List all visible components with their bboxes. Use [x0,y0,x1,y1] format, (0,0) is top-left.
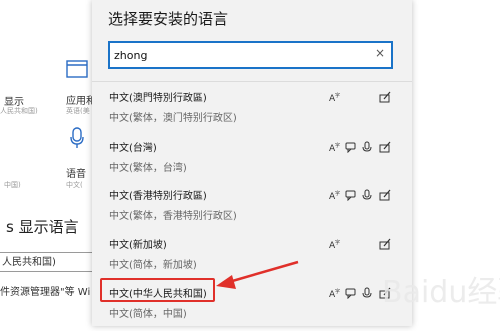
search-box[interactable]: × [108,41,393,69]
display-language-icon: A字 [329,141,341,153]
display-language-icon: A字 [329,287,341,299]
speech-icon [345,287,357,299]
clear-icon[interactable]: × [375,46,385,60]
language-name: 中文(澳門特別行政區) [109,93,207,104]
display-language-icon: A字 [329,238,341,250]
voice-tile-sub: 中文( [66,181,83,189]
svg-text:字: 字 [335,190,340,197]
display-tile-sub: 人民共和国) [0,107,38,115]
microphone-icon [361,141,373,153]
handwriting-icon [379,91,391,103]
apps-tile-sub: 英语(美 [66,107,90,115]
handwriting-icon [379,141,391,153]
display-language-icon: A字 [329,91,341,103]
svg-text:字: 字 [335,288,340,295]
language-option[interactable]: 中文(澳門特別行政區) 中文(繁体，澳门特别行政区) A 字 [92,89,412,135]
display-language-heading: s 显示语言 [6,218,79,236]
language-name: 中文(台灣) [109,143,157,154]
apps-window-icon[interactable] [66,60,88,82]
language-subname: 中文(繁体，香港特别行政区) [109,211,237,222]
speech-icon [345,141,357,153]
handwriting-icon [379,189,391,201]
handwriting-icon [379,287,391,299]
microphone-icon [361,287,373,299]
language-option[interactable]: 中文(新加坡) 中文(简体，新加坡) A 字 [92,236,412,282]
language-subname: 中文(简体，新加坡) [109,260,197,271]
handwriting-icon [379,238,391,250]
voice-tile-label[interactable]: 语音 [66,165,86,180]
selection-highlight [100,278,215,302]
microphone-icon [361,189,373,201]
language-subname: 中文(繁体，台湾) [109,163,187,174]
dialog-title: 选择要安装的语言 [108,10,229,28]
language-option[interactable]: 中文(香港特別行政區) 中文(繁体，香港特别行政区) A 字 [92,187,412,233]
language-option[interactable]: 中文(台灣) 中文(繁体，台湾) A 字 [92,139,412,185]
language-name: 中文(新加坡) [109,240,167,251]
language-name: 中文(香港特別行政區) [109,191,207,202]
language-subname: 中文(繁体，澳门特别行政区) [109,113,237,124]
speech-icon [345,189,357,201]
list-divider [92,81,412,82]
language-subname: 中文(简体，中国) [109,309,187,320]
language-search-input[interactable] [114,46,364,64]
region-tile-sub: 中国) [4,181,21,189]
svg-text:字: 字 [335,239,340,246]
display-language-icon: A字 [329,189,341,201]
microphone-icon[interactable] [70,127,84,153]
explorer-note-text: 件资源管理器"等 Wi [0,287,91,298]
svg-text:字: 字 [335,142,340,149]
svg-text:字: 字 [335,92,340,99]
